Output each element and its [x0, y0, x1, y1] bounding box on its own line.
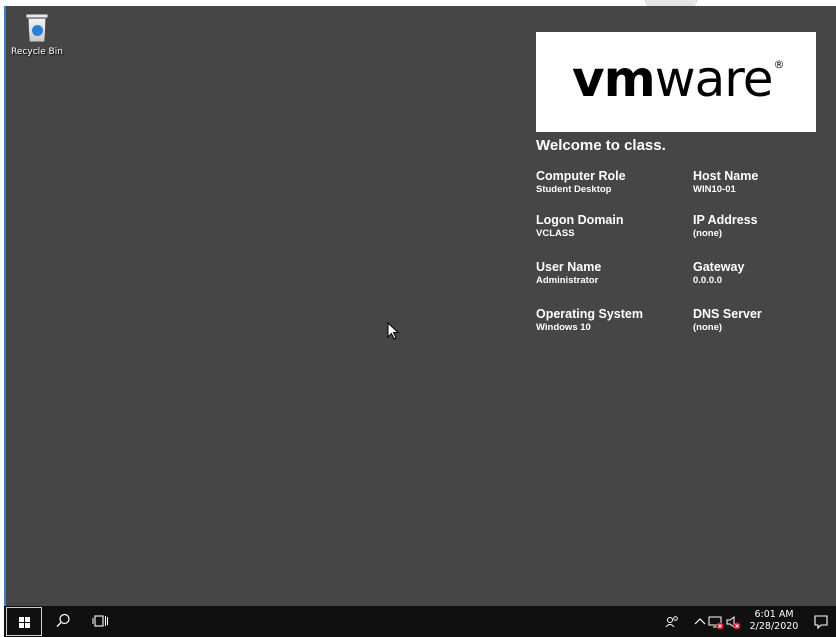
- volume-muted-icon[interactable]: [725, 614, 741, 630]
- system-clock[interactable]: 6:01 AM 2/28/2020: [748, 609, 800, 633]
- dns-server-info: DNS Server (none): [693, 307, 762, 333]
- info-key: User Name: [536, 260, 602, 274]
- mouse-cursor-icon: [387, 322, 400, 340]
- vmware-logo: vmware®: [536, 32, 816, 132]
- task-view-icon[interactable]: [92, 612, 110, 630]
- logo-registered-mark: ®: [773, 58, 784, 71]
- clock-time: 6:01 AM: [754, 609, 794, 620]
- computer-role-info: Computer Role Student Desktop: [536, 169, 626, 195]
- info-key: DNS Server: [693, 307, 762, 321]
- info-value: (none): [693, 322, 723, 333]
- info-value: Administrator: [536, 275, 599, 286]
- info-value: WIN10-01: [693, 184, 736, 195]
- operating-system-info: Operating System Windows 10: [536, 307, 643, 333]
- info-value: Student Desktop: [536, 184, 612, 195]
- desktop[interactable]: Recycle Bin vmware® Welcome to class. Co…: [4, 6, 836, 606]
- gateway-info: Gateway 0.0.0.0: [693, 260, 744, 286]
- info-key: IP Address: [693, 213, 758, 227]
- info-key: Host Name: [693, 169, 759, 183]
- people-icon[interactable]: [664, 614, 680, 630]
- info-key: Gateway: [693, 260, 745, 274]
- recycle-bin-icon: [23, 12, 51, 46]
- logon-domain-info: Logon Domain VCLASS: [536, 213, 624, 239]
- info-value: Windows 10: [536, 322, 591, 333]
- host-name-info: Host Name WIN10-01: [693, 169, 758, 195]
- info-key: Logon Domain: [536, 213, 624, 227]
- logo-text-light: ware: [654, 50, 774, 108]
- windows-start-icon: [19, 617, 31, 629]
- info-value: (none): [693, 228, 723, 239]
- chevron-up-icon[interactable]: [692, 614, 708, 630]
- taskbar: 6:01 AM 2/28/2020: [4, 606, 836, 637]
- network-disconnected-icon[interactable]: [708, 614, 724, 630]
- recycle-bin-desktop-icon[interactable]: Recycle Bin: [10, 12, 64, 57]
- action-center-icon[interactable]: [812, 613, 830, 631]
- info-value: 0.0.0.0: [693, 275, 723, 286]
- info-value: VCLASS: [536, 228, 575, 239]
- clock-date: 2/28/2020: [749, 621, 799, 632]
- ip-address-info: IP Address (none): [693, 213, 758, 239]
- info-key: Operating System: [536, 307, 643, 321]
- start-button[interactable]: [6, 607, 42, 636]
- user-name-info: User Name Administrator: [536, 260, 601, 286]
- welcome-heading: Welcome to class.: [536, 137, 666, 154]
- search-icon[interactable]: [54, 612, 72, 630]
- logo-text-bold: vm: [572, 50, 656, 108]
- recycle-bin-label: Recycle Bin: [11, 47, 63, 57]
- screen: Recycle Bin vmware® Welcome to class. Co…: [0, 0, 836, 637]
- info-key: Computer Role: [536, 169, 626, 183]
